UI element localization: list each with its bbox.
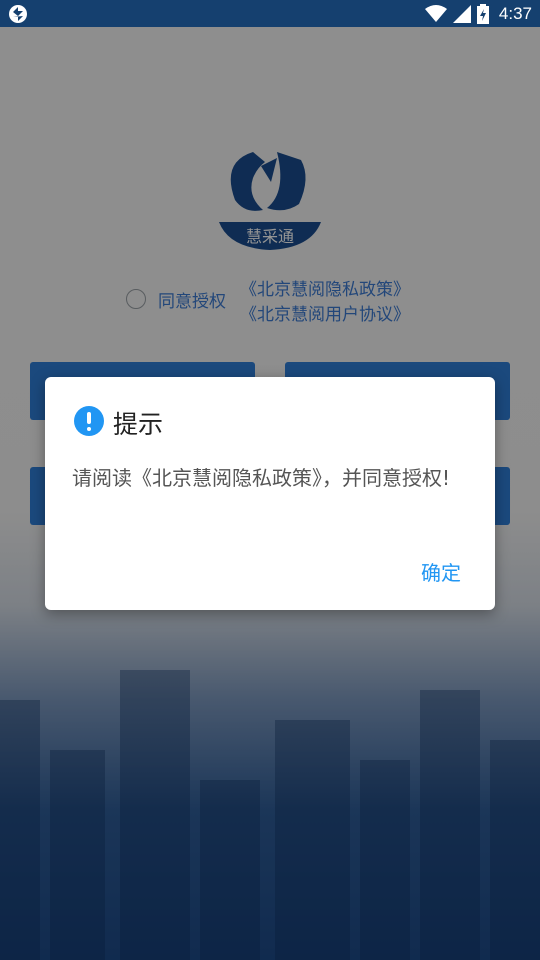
signal-icon bbox=[452, 5, 471, 23]
dialog-message: 请阅读《北京慧阅隐私政策》，并同意授权! bbox=[72, 466, 451, 490]
alert-icon bbox=[74, 406, 104, 436]
wifi-icon bbox=[424, 5, 447, 22]
confirm-button[interactable]: 确定 bbox=[421, 557, 461, 586]
dialog-title: 提示 bbox=[113, 410, 164, 439]
app-notification-icon bbox=[9, 5, 27, 23]
alert-dialog: 提示 请阅读《北京慧阅隐私政策》，并同意授权! 确定 bbox=[45, 377, 495, 610]
status-time: 4:37 bbox=[498, 4, 532, 23]
battery-icon bbox=[476, 4, 489, 24]
status-bar: 4:37 bbox=[0, 0, 540, 27]
